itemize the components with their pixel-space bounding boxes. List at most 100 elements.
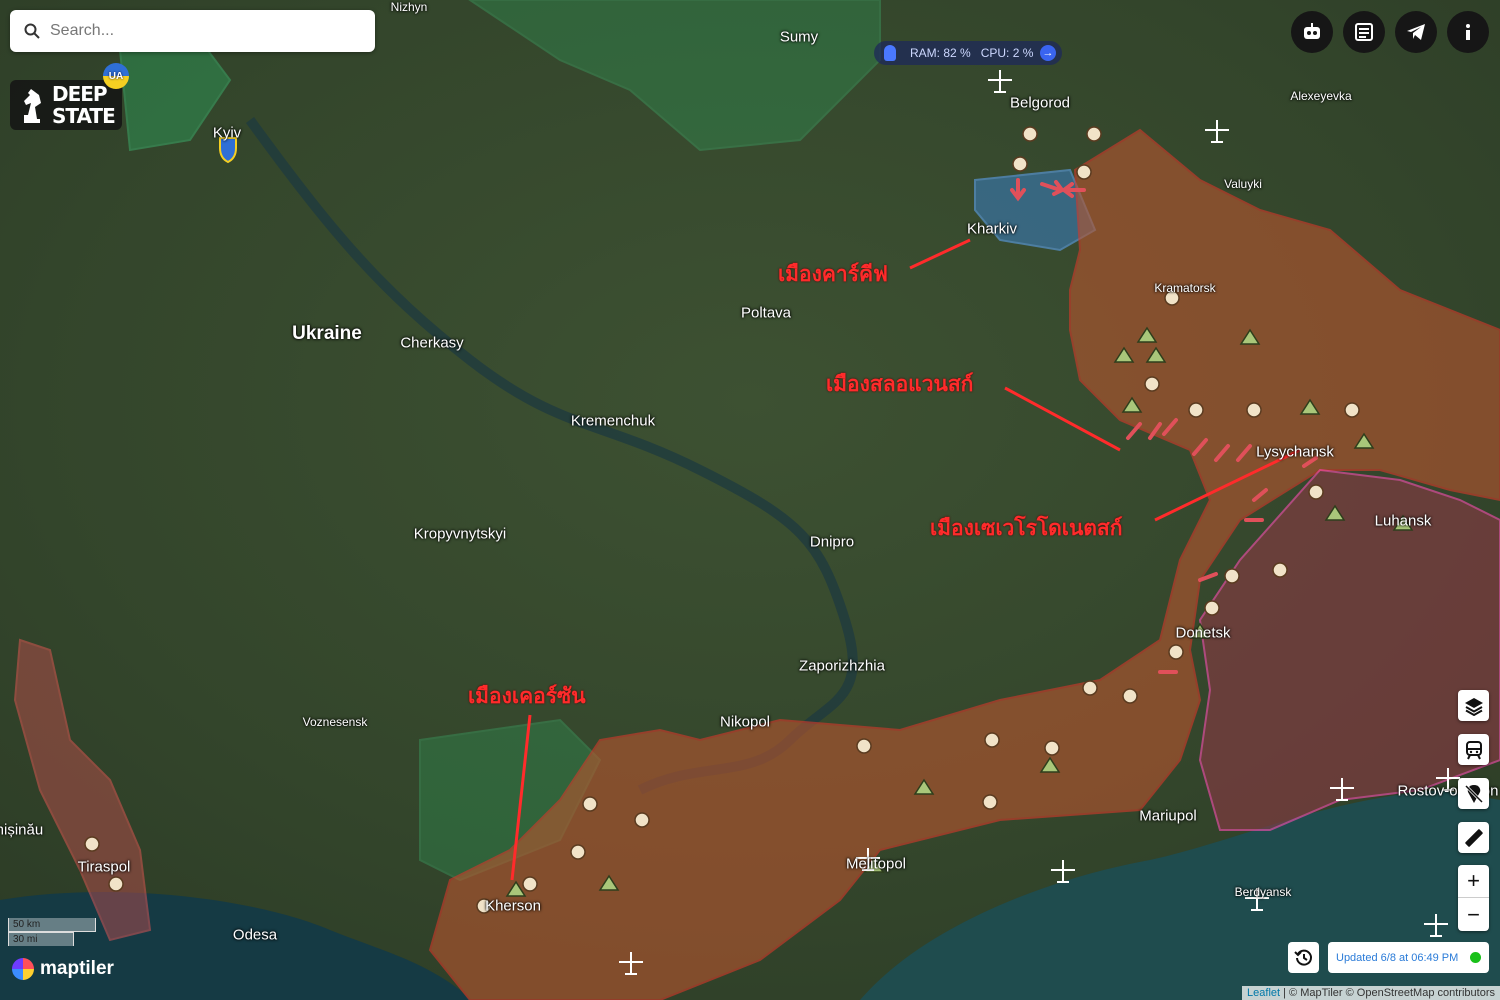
history-icon bbox=[1293, 949, 1312, 966]
layers-button[interactable] bbox=[1458, 690, 1489, 721]
layers-icon bbox=[1464, 697, 1483, 716]
soldier-icon[interactable] bbox=[1122, 688, 1138, 704]
soldier-icon[interactable] bbox=[1168, 644, 1184, 660]
search-icon bbox=[24, 23, 40, 39]
city-label: Voznesensk bbox=[302, 715, 368, 729]
soldier-icon[interactable] bbox=[984, 732, 1000, 748]
soldier-icon[interactable] bbox=[108, 876, 124, 892]
city-label: Kropyvnytskyi bbox=[413, 525, 507, 543]
no-pin-icon bbox=[1464, 784, 1483, 803]
maptiler-logo[interactable]: maptiler bbox=[12, 958, 114, 980]
city-label: Berdyansk bbox=[1234, 885, 1292, 899]
scale-mi: 30 mi bbox=[8, 932, 74, 946]
ruler-icon bbox=[1464, 828, 1483, 847]
scale-km: 50 km bbox=[8, 918, 96, 932]
city-label: Poltava bbox=[740, 304, 792, 322]
soldier-icon[interactable] bbox=[1022, 126, 1038, 142]
measure-button[interactable] bbox=[1458, 822, 1489, 853]
soldier-icon[interactable] bbox=[1344, 402, 1360, 418]
soldier-icon[interactable] bbox=[1308, 484, 1324, 500]
history-button[interactable] bbox=[1288, 942, 1319, 973]
city-label: Valuyki bbox=[1224, 177, 1262, 191]
rocket-icon bbox=[884, 45, 896, 61]
city-label: Donetsk bbox=[1175, 624, 1231, 642]
soldier-icon[interactable] bbox=[1082, 680, 1098, 696]
city-label: Mariupol bbox=[1139, 807, 1197, 825]
info-button[interactable] bbox=[1447, 11, 1489, 53]
soldier-icon[interactable] bbox=[1012, 156, 1028, 172]
city-label: Kharkiv bbox=[966, 220, 1018, 238]
city-label: Kramatorsk bbox=[1154, 281, 1216, 295]
soldier-icon[interactable] bbox=[570, 844, 586, 860]
city-label: Nizhyn bbox=[390, 0, 428, 14]
logo-text: DEEP STATE bbox=[52, 82, 116, 128]
maptiler-text: maptiler bbox=[40, 958, 114, 979]
newspaper-icon bbox=[1355, 23, 1373, 41]
city-label: Luhansk bbox=[1374, 512, 1432, 530]
cpu-usage: CPU: 2 % bbox=[980, 46, 1034, 60]
transport-button[interactable] bbox=[1458, 734, 1489, 765]
soldier-icon[interactable] bbox=[856, 738, 872, 754]
map-canvas[interactable] bbox=[0, 0, 1500, 1000]
knight-icon bbox=[24, 89, 41, 123]
deepstate-logo[interactable]: DEEP STATE bbox=[10, 80, 122, 130]
robot-icon bbox=[1304, 23, 1320, 39]
soldier-icon[interactable] bbox=[634, 812, 650, 828]
system-status: RAM: 82 % CPU: 2 % → bbox=[874, 41, 1062, 65]
city-label: Lysychansk bbox=[1256, 443, 1334, 461]
city-label: Tiraspol bbox=[77, 858, 131, 876]
city-label: Odesa bbox=[232, 926, 278, 944]
soldier-icon[interactable] bbox=[1246, 402, 1262, 418]
annotation-sloviansk: เมืองสลอแวนสก์ bbox=[826, 372, 974, 396]
online-status-dot bbox=[1470, 952, 1481, 963]
annotation-sievierodonetsk: เมืองเซเวโรโดเนตสก์ bbox=[930, 516, 1123, 540]
soldier-icon[interactable] bbox=[1076, 164, 1092, 180]
train-icon bbox=[1465, 740, 1482, 759]
soldier-icon[interactable] bbox=[522, 876, 538, 892]
logo-line2: STATE bbox=[52, 104, 116, 128]
search-bar[interactable] bbox=[10, 10, 375, 52]
soldier-icon[interactable] bbox=[1204, 600, 1220, 616]
soldier-icon[interactable] bbox=[84, 836, 100, 852]
search-input[interactable] bbox=[50, 22, 350, 40]
soldier-icon[interactable] bbox=[1144, 376, 1160, 392]
city-label: Belgorod bbox=[1009, 94, 1071, 112]
city-label: Sumy bbox=[779, 28, 819, 46]
city-label: Kherson bbox=[485, 897, 541, 915]
city-label: Kyiv bbox=[212, 124, 242, 142]
soldier-icon[interactable] bbox=[1224, 568, 1240, 584]
soldier-icon[interactable] bbox=[1086, 126, 1102, 142]
country-label: Ukraine bbox=[292, 323, 362, 344]
soldier-icon[interactable] bbox=[1272, 562, 1288, 578]
zoom-in-button[interactable]: + bbox=[1458, 865, 1489, 898]
soldier-icon[interactable] bbox=[1188, 402, 1204, 418]
arrow-right-icon[interactable]: → bbox=[1040, 45, 1056, 61]
news-button[interactable] bbox=[1343, 11, 1385, 53]
soldier-icon[interactable] bbox=[1044, 740, 1060, 756]
city-label: Zaporizhzhia bbox=[799, 657, 885, 675]
soldier-icon[interactable] bbox=[982, 794, 998, 810]
zoom-out-button[interactable]: − bbox=[1458, 898, 1489, 931]
logo-line1: DEEP bbox=[52, 82, 108, 106]
attribution: Leaflet | © MapTiler © OpenStreetMap con… bbox=[1242, 986, 1500, 1000]
hide-markers-button[interactable] bbox=[1458, 778, 1489, 809]
telegram-button[interactable] bbox=[1395, 11, 1437, 53]
last-updated-text: Updated 6/8 at 06:49 PM bbox=[1336, 951, 1459, 964]
annotation-kherson: เมืองเคอร์ซัน bbox=[468, 684, 586, 708]
last-updated: Updated 6/8 at 06:49 PM bbox=[1328, 942, 1489, 973]
city-label: Alexeyevka bbox=[1290, 89, 1352, 103]
zoom-control: + − bbox=[1458, 865, 1489, 931]
city-label: Dnipro bbox=[809, 533, 855, 551]
city-label: Chișinău bbox=[0, 821, 44, 839]
annotation-kharkiv: เมืองคาร์คีฟ bbox=[778, 262, 888, 286]
language-badge[interactable]: UA bbox=[103, 63, 129, 89]
leaflet-link[interactable]: Leaflet bbox=[1247, 987, 1280, 999]
maptiler-icon bbox=[12, 958, 34, 980]
city-label: Cherkasy bbox=[400, 334, 464, 352]
ram-usage: RAM: 82 % bbox=[910, 46, 971, 60]
soldier-icon[interactable] bbox=[582, 796, 598, 812]
telegram-icon bbox=[1407, 24, 1425, 40]
city-label: Melitopol bbox=[845, 855, 907, 873]
kyiv-shield-icon[interactable] bbox=[219, 137, 237, 164]
bot-button[interactable] bbox=[1291, 11, 1333, 53]
